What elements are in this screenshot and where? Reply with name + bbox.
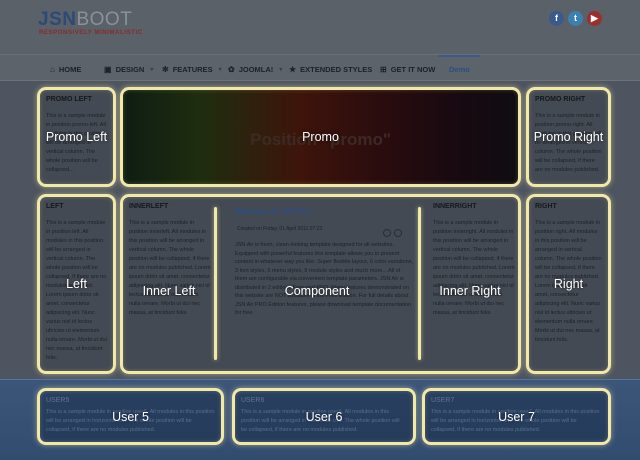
module-title: USER7 [431,397,455,404]
article-meta: Created on Friday, 01 April 2011 07:23 [237,226,323,232]
chevron-down-icon: ▾ [279,66,283,73]
menu-item-get-it-now[interactable]: ⊞ GET IT NOW [380,62,435,76]
module-title: RIGHT [535,203,557,210]
position-label: Promo [302,130,339,144]
site-logo[interactable]: JSNBOOT [38,9,132,31]
menu-item-label: HOME [58,64,82,74]
module-title: INNERLEFT [129,203,169,210]
active-menu-indicator [438,55,480,57]
facebook-icon[interactable]: f [549,11,564,26]
menu-item-extended-styles[interactable]: ★ EXTENDED STYLES [289,62,372,76]
module-user6: USER6 This is a sample module in positio… [232,388,416,445]
cart-icon: ⊞ [380,64,387,74]
module-title: PROMO RIGHT [535,96,586,103]
logo-bold-text: JSN [38,9,77,30]
menu-item-label: Demo [449,64,470,74]
star-icon: ★ [289,64,297,74]
print-icon[interactable] [383,229,391,237]
menu-item-label: DESIGN [115,64,145,74]
position-label-inner-left: Inner Left [142,284,196,298]
menu-item-label: GET IT NOW [390,64,436,74]
module-user7: USER7 This is a sample module in positio… [422,388,611,445]
module-promo-right: PROMO RIGHT This is a sample module in p… [526,87,611,187]
module-title: USER6 [241,397,265,404]
footer-user-area: USER5 This is a sample module in positio… [0,379,640,460]
menu-item-home[interactable]: ⌂ HOME [50,62,81,76]
inner-left-divider [214,207,217,360]
inner-right-divider [418,207,421,360]
module-promo-left: PROMO LEFT This is a sample module in po… [37,87,116,187]
module-left: LEFT This is a sample module in position… [37,194,116,374]
module-title: USER5 [46,397,70,404]
twitter-icon[interactable]: t [568,11,583,26]
email-icon[interactable] [394,229,402,237]
main-menu: ⌂ HOME ▣ DESIGN ▾ ✻ FEATURES ▾ ✿ JOOMLA!… [0,55,640,81]
module-right: RIGHT This is a sample module in positio… [526,194,611,374]
module-text: This is a sample module in position inne… [433,220,515,316]
logo-light-text: BOOT [76,9,133,30]
article-text: JSN Air is fresh, clean-looking template… [235,242,413,316]
menu-item-joomla[interactable]: ✿ JOOMLA! ▾ [228,62,282,76]
image-icon: ▣ [104,64,112,74]
menu-item-label: EXTENDED STYLES [300,64,373,74]
gear-icon: ✻ [162,64,169,74]
menu-item-label: JOOMLA! [238,64,274,74]
position-label-inner-right: Inner Right [439,284,501,298]
menu-item-demo[interactable]: Demo [449,62,470,76]
module-text: This is a sample module in position inne… [129,220,211,316]
position-label: User 7 [498,409,535,424]
menu-item-label: FEATURES [172,64,213,74]
social-links: f t ▶ [549,11,602,26]
article-title[interactable]: Welcome to JSN Air [235,207,311,216]
joomla-icon: ✿ [228,64,235,74]
position-label: Left [66,277,87,291]
position-label: Promo Right [533,130,604,144]
position-label: Promo Left [45,130,108,144]
module-title: PROMO LEFT [46,96,92,103]
module-user5: USER5 This is a sample module in positio… [37,388,224,445]
module-promo: Position "promo" Promo [120,87,521,187]
youtube-icon[interactable]: ▶ [587,11,602,26]
module-text: This is a sample module in position left… [46,220,107,361]
position-label-component: Component [284,284,350,298]
site-header: JSNBOOT RESPONSIVELY MINIMALISTIC f t ▶ [0,0,640,55]
position-label: User 5 [112,409,149,424]
module-title: INNERRIGHT [433,203,477,210]
site-tagline: RESPONSIVELY MINIMALISTIC [39,30,143,36]
position-label: User 6 [305,409,343,424]
chevron-down-icon: ▾ [218,66,222,73]
home-icon: ⌂ [50,64,55,74]
position-label: Right [553,277,584,291]
article-tools [383,229,402,237]
chevron-down-icon: ▾ [150,66,154,73]
menu-item-features[interactable]: ✻ FEATURES ▾ [162,62,222,76]
module-title: LEFT [46,203,64,210]
menu-item-design[interactable]: ▣ DESIGN ▾ [104,62,153,76]
